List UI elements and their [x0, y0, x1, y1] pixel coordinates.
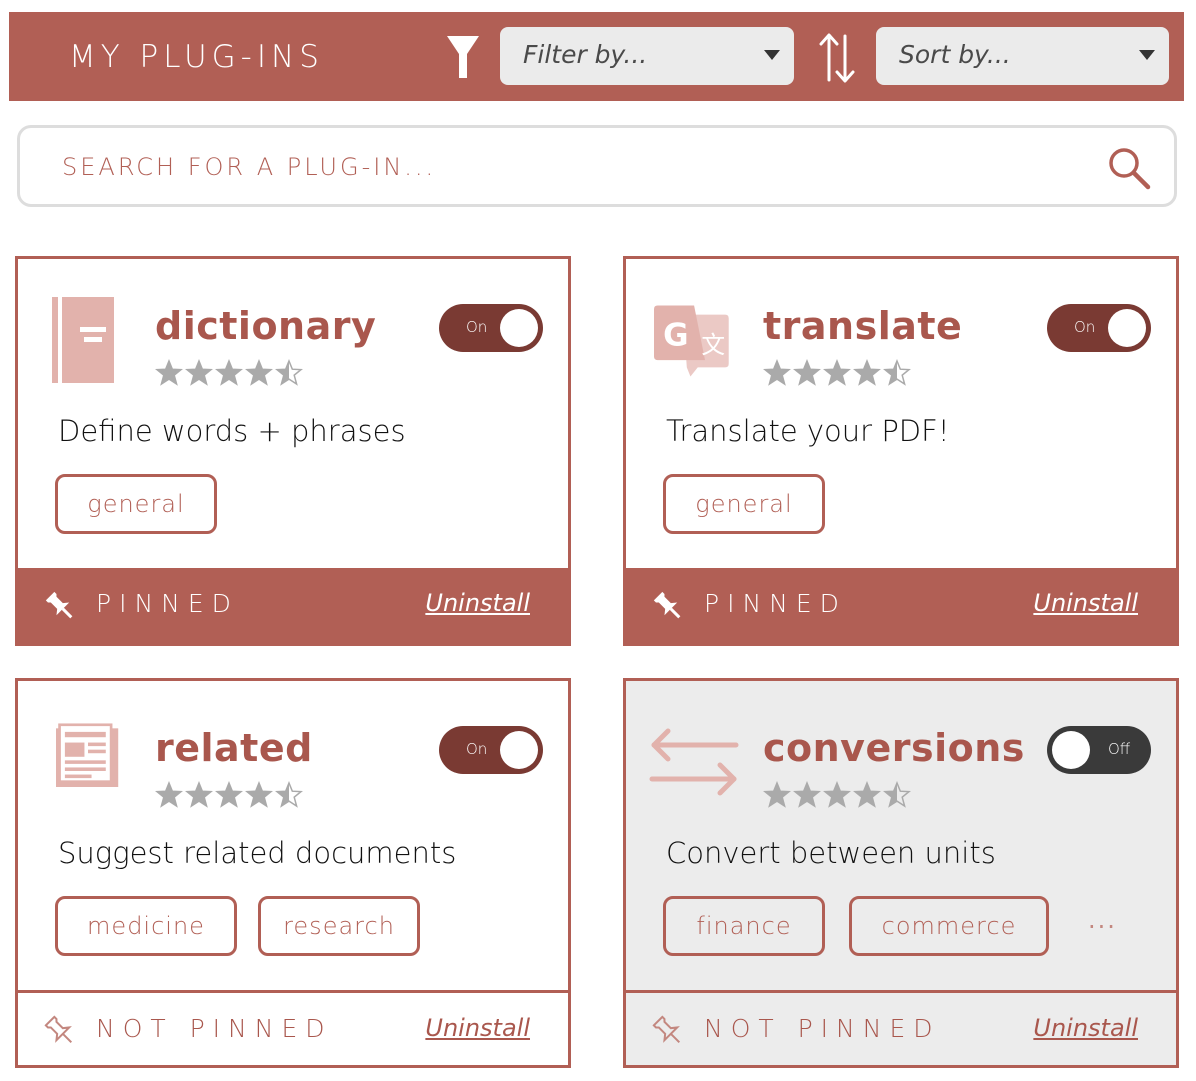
uninstall-link[interactable]: Uninstall — [1033, 1014, 1138, 1042]
enable-toggle[interactable]: On — [439, 726, 543, 774]
star-half-icon — [275, 359, 303, 386]
uninstall-link[interactable]: Uninstall — [1033, 589, 1138, 617]
toggle-knob — [500, 309, 538, 347]
star-half-icon — [883, 359, 911, 386]
toggle-knob — [1052, 731, 1090, 769]
plugin-description: Define words + phrases — [58, 414, 406, 448]
svg-text:文: 文 — [701, 331, 725, 359]
star-full-icon — [215, 359, 243, 386]
plugin-card-translate: G 文 translate On Translate your PDF! gen… — [623, 256, 1179, 646]
sort-icon[interactable] — [817, 30, 857, 86]
toggle-label: On — [466, 318, 488, 336]
more-tags-indicator[interactable]: ... — [1088, 906, 1117, 934]
tag-chip[interactable]: general — [55, 474, 217, 534]
plugin-name: dictionary — [155, 304, 377, 348]
star-full-icon — [823, 781, 851, 808]
toggle-knob — [1108, 309, 1146, 347]
uninstall-link[interactable]: Uninstall — [425, 1014, 530, 1042]
sort-dropdown-label: Sort by... — [899, 40, 1011, 69]
plugin-card-related: related On Suggest related documents med… — [15, 678, 571, 1068]
enable-toggle[interactable]: On — [439, 304, 543, 352]
toggle-label: Off — [1108, 740, 1131, 758]
star-full-icon — [823, 359, 851, 386]
pushpin-icon[interactable] — [42, 588, 78, 624]
star-full-icon — [245, 359, 273, 386]
star-full-icon — [763, 781, 791, 808]
pin-status: PINNED — [96, 589, 239, 618]
star-rating — [763, 359, 913, 389]
star-full-icon — [185, 359, 213, 386]
star-full-icon — [793, 359, 821, 386]
translate-icon: G 文 — [654, 305, 729, 377]
tag-chip[interactable]: research — [258, 896, 420, 956]
plugin-name: translate — [763, 304, 963, 348]
star-full-icon — [853, 781, 881, 808]
chevron-down-icon — [764, 50, 780, 60]
search-placeholder: SEARCH FOR A PLUG-IN... — [62, 153, 437, 181]
toggle-label: On — [466, 740, 488, 758]
star-full-icon — [155, 781, 183, 808]
chevron-down-icon — [1139, 50, 1155, 60]
filter-icon[interactable] — [445, 34, 481, 80]
star-full-icon — [155, 359, 183, 386]
newspaper-icon — [56, 723, 119, 787]
enable-toggle[interactable]: On — [1047, 304, 1151, 352]
toggle-knob — [500, 731, 538, 769]
enable-toggle[interactable]: Off — [1047, 726, 1151, 774]
book-icon — [52, 297, 114, 383]
filter-dropdown[interactable]: Filter by... — [500, 27, 794, 85]
star-full-icon — [245, 781, 273, 808]
star-full-icon — [215, 781, 243, 808]
tag-chip[interactable]: medicine — [55, 896, 237, 956]
star-full-icon — [793, 781, 821, 808]
card-footer: PINNED Uninstall — [18, 568, 568, 643]
plugin-name: related — [155, 726, 313, 770]
pin-status: NOT PINNED — [96, 1014, 333, 1043]
plugin-description: Suggest related documents — [58, 836, 457, 870]
pin-status: PINNED — [704, 589, 847, 618]
search-icon[interactable] — [1106, 145, 1152, 191]
plugin-description: Convert between units — [666, 836, 996, 870]
svg-text:G: G — [663, 318, 688, 354]
tag-chip[interactable]: general — [663, 474, 825, 534]
star-rating — [155, 359, 305, 389]
uninstall-link[interactable]: Uninstall — [425, 589, 530, 617]
star-rating — [763, 781, 913, 811]
sort-dropdown[interactable]: Sort by... — [876, 27, 1169, 85]
search-input[interactable]: SEARCH FOR A PLUG-IN... — [17, 125, 1177, 207]
star-full-icon — [185, 781, 213, 808]
plugin-name: conversions — [763, 726, 1025, 770]
card-footer: PINNED Uninstall — [626, 568, 1176, 643]
plugin-card-dictionary: dictionary On Define words + phrases gen… — [15, 256, 571, 646]
tag-chip[interactable]: finance — [663, 896, 825, 956]
star-rating — [155, 781, 305, 811]
star-half-icon — [275, 781, 303, 808]
pushpin-outline-icon[interactable] — [42, 1013, 78, 1049]
card-footer: NOT PINNED Uninstall — [626, 990, 1176, 1065]
star-full-icon — [853, 359, 881, 386]
pushpin-outline-icon[interactable] — [650, 1013, 686, 1049]
pin-status: NOT PINNED — [704, 1014, 941, 1043]
exchange-arrows-icon — [649, 728, 739, 796]
plugin-description: Translate your PDF! — [666, 414, 950, 448]
toggle-label: On — [1074, 318, 1096, 336]
header-bar: MY PLUG-INS Filter by... Sort by... — [9, 12, 1184, 101]
plugin-card-conversions: conversions Off Convert between units fi… — [623, 678, 1179, 1068]
star-half-icon — [883, 781, 911, 808]
filter-dropdown-label: Filter by... — [523, 40, 648, 69]
star-full-icon — [763, 359, 791, 386]
pushpin-icon[interactable] — [650, 588, 686, 624]
page-title: MY PLUG-INS — [69, 39, 324, 75]
tag-chip[interactable]: commerce — [849, 896, 1049, 956]
card-footer: NOT PINNED Uninstall — [18, 990, 568, 1065]
